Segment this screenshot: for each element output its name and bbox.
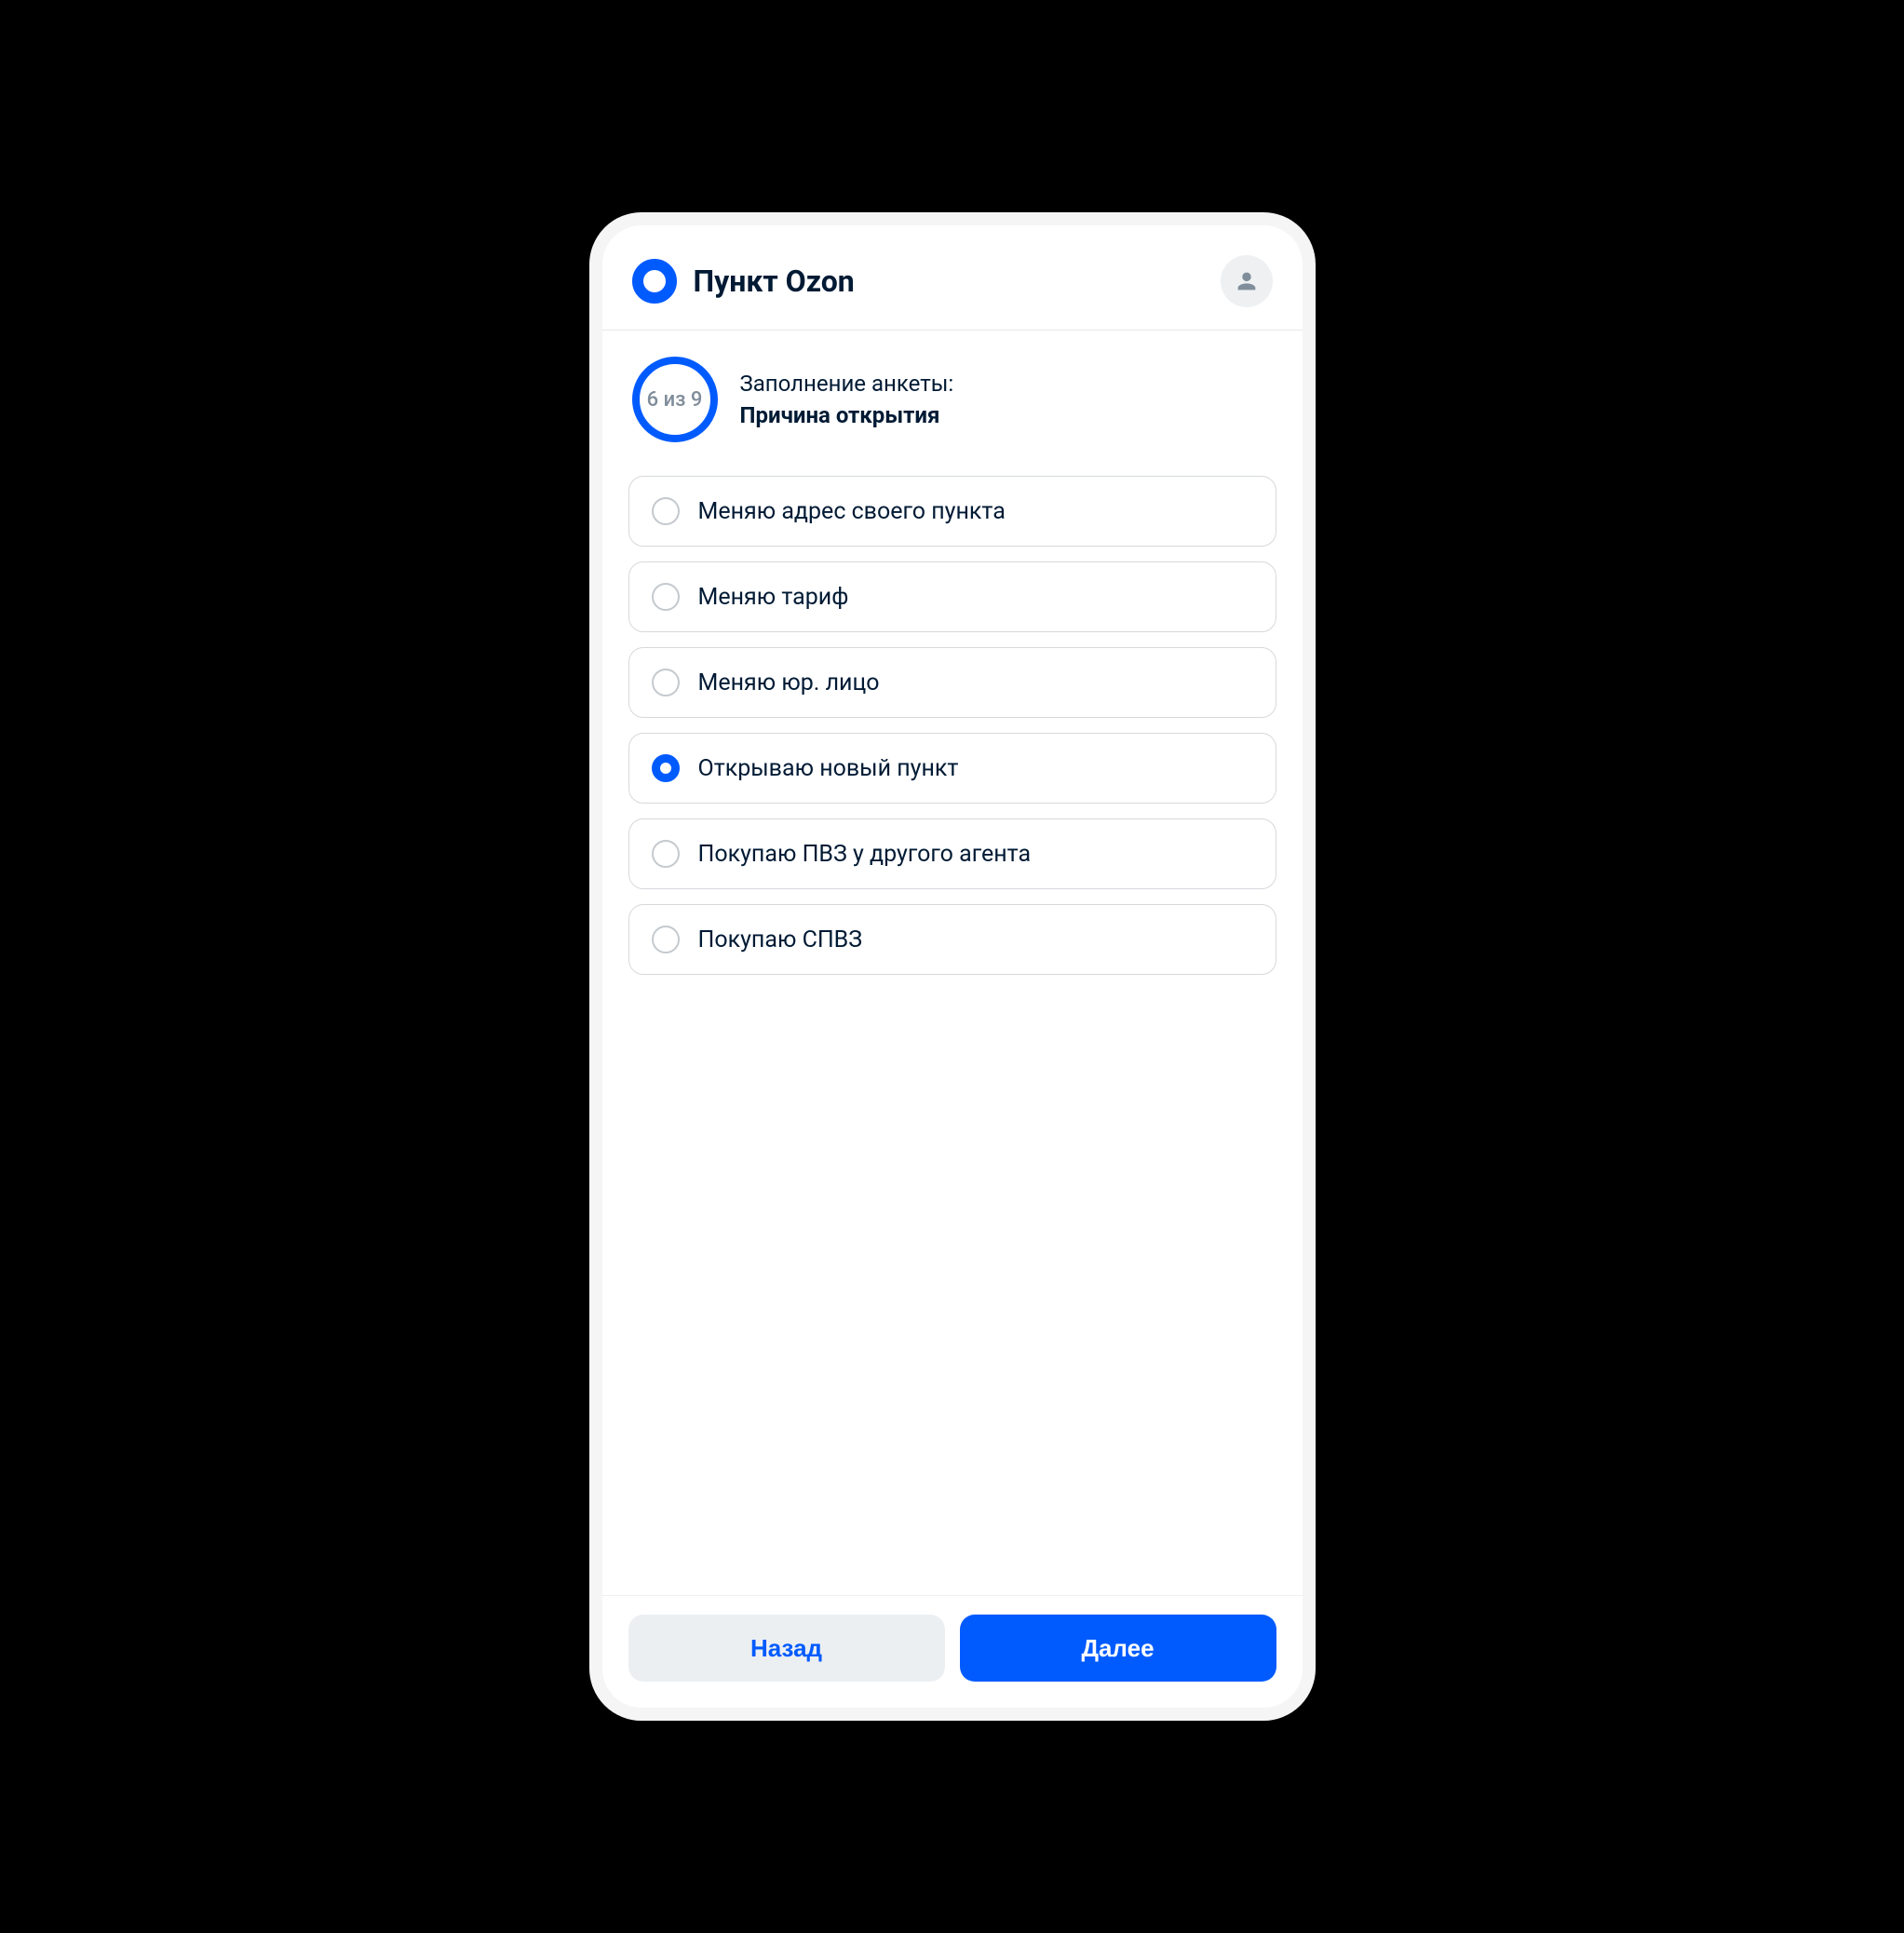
radio-icon (652, 840, 680, 868)
reason-option[interactable]: Меняю адрес своего пункта (628, 476, 1276, 547)
option-label: Меняю адрес своего пункта (698, 498, 1006, 525)
radio-icon (652, 926, 680, 953)
progress-section: 6 из 9 Заполнение анкеты: Причина открыт… (602, 331, 1303, 468)
progress-counter: 6 из 9 (647, 388, 703, 412)
reason-option[interactable]: Покупаю ПВЗ у другого агента (628, 818, 1276, 889)
app-header: Пункт Ozon (602, 225, 1303, 331)
header-left: Пункт Ozon (632, 259, 855, 304)
profile-button[interactable] (1221, 255, 1273, 307)
app-title: Пункт Ozon (694, 264, 855, 299)
option-label: Меняю юр. лицо (698, 669, 880, 696)
option-label: Меняю тариф (698, 584, 849, 611)
reason-option[interactable]: Меняю тариф (628, 561, 1276, 632)
next-button[interactable]: Далее (960, 1615, 1276, 1682)
option-label: Покупаю ПВЗ у другого агента (698, 841, 1032, 868)
ozon-logo-icon (632, 259, 677, 304)
footer-actions: Назад Далее (602, 1595, 1303, 1708)
radio-icon (652, 754, 680, 782)
progress-subtitle: Причина открытия (740, 402, 954, 428)
phone-frame: Пункт Ozon 6 из 9 Заполнение анкеты: При… (589, 212, 1316, 1721)
progress-ring-icon: 6 из 9 (632, 357, 718, 442)
progress-labels: Заполнение анкеты: Причина открытия (740, 371, 954, 428)
options-list: Меняю адрес своего пункта Меняю тариф Меня… (602, 468, 1303, 982)
radio-icon (652, 669, 680, 696)
reason-option[interactable]: Покупаю СПВЗ (628, 904, 1276, 975)
radio-icon (652, 583, 680, 611)
reason-option[interactable]: Меняю юр. лицо (628, 647, 1276, 718)
option-label: Покупаю СПВЗ (698, 926, 863, 953)
reason-option[interactable]: Открываю новый пункт (628, 733, 1276, 804)
back-button[interactable]: Назад (628, 1615, 945, 1682)
radio-icon (652, 497, 680, 525)
progress-title: Заполнение анкеты: (740, 371, 954, 397)
option-label: Открываю новый пункт (698, 755, 959, 782)
user-icon (1234, 268, 1260, 294)
